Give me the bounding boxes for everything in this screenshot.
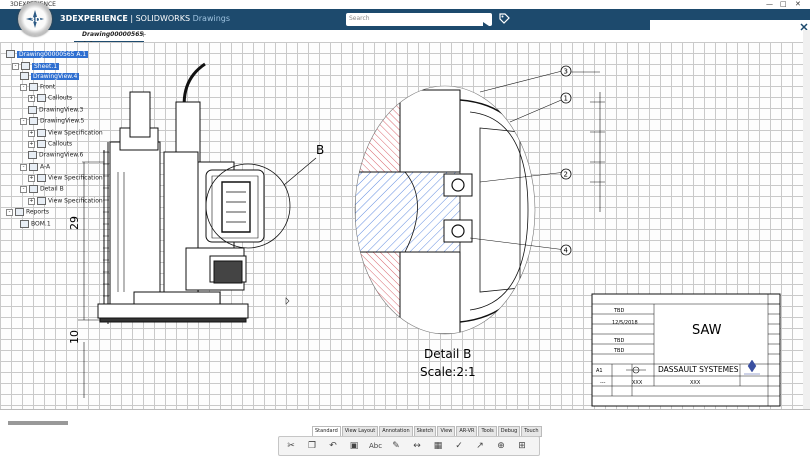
dimension-29: 29 bbox=[68, 216, 81, 230]
search-placeholder: Search bbox=[349, 15, 370, 22]
top-right-panel bbox=[650, 20, 810, 42]
title-block-xxx-1: XXX bbox=[632, 380, 643, 386]
table-icon[interactable]: ▦ bbox=[432, 440, 444, 452]
drawing-sheet: 29 10 B 3124 Detail B Scale:2:1 SAW DASS… bbox=[68, 62, 781, 407]
dimension-icon[interactable]: ↔ bbox=[411, 440, 423, 452]
paste-icon[interactable]: ▣ bbox=[348, 440, 360, 452]
action-bar: ✂ ❐ ↶ ▣ Abc ✎ ↔ ▦ ✓ ↗ ⊕ ⊞ bbox=[278, 436, 540, 456]
saw-front-view bbox=[97, 62, 317, 324]
detail-title: Detail B bbox=[424, 347, 471, 361]
brand-product: SOLIDWORKS bbox=[135, 14, 191, 23]
check-icon[interactable]: ✓ bbox=[453, 440, 465, 452]
title-block-tbd-2: TBD bbox=[613, 338, 624, 344]
balloon-number: 2 bbox=[564, 171, 568, 179]
horizontal-scrollbar[interactable] bbox=[0, 409, 810, 425]
target-icon[interactable]: ⊕ bbox=[495, 440, 507, 452]
title-block-xxx-2: XXX bbox=[690, 380, 701, 386]
scrollbar-thumb[interactable] bbox=[8, 421, 68, 425]
dimension-10: 10 bbox=[68, 330, 81, 344]
svg-text:3D: 3D bbox=[30, 16, 41, 24]
detail-scale: Scale:2:1 bbox=[420, 365, 476, 379]
title-block-tbd-1: TBD bbox=[613, 308, 624, 314]
pen-icon[interactable]: ✎ bbox=[390, 440, 402, 452]
title-block-date: 12/5/2018 bbox=[612, 320, 638, 326]
balloon-number: 1 bbox=[564, 95, 568, 103]
search-input[interactable]: Search bbox=[346, 13, 492, 26]
close-icon[interactable]: ✕ bbox=[795, 0, 801, 8]
ribbon-tab-bar: Standard View Layout Annotation Sketch View A… bbox=[312, 426, 543, 437]
right-scrollbar[interactable] bbox=[803, 30, 810, 410]
brand-module: Drawings bbox=[190, 14, 231, 23]
balloon-number: 3 bbox=[564, 68, 568, 76]
brand-3dexperience: 3DEXPERIENCE bbox=[60, 14, 128, 23]
copy-icon[interactable]: ❐ bbox=[306, 440, 318, 452]
detail-b-view bbox=[354, 69, 605, 335]
text-icon[interactable]: Abc bbox=[369, 440, 382, 452]
tag-icon[interactable] bbox=[498, 12, 510, 24]
cut-icon[interactable]: ✂ bbox=[285, 440, 297, 452]
balloon-group: 3 1 2 4 bbox=[560, 65, 572, 256]
mouse-cursor-icon bbox=[285, 297, 290, 305]
title-block-company: DASSAULT SYSTEMES bbox=[658, 365, 739, 374]
title-block-tbd-3: TBD bbox=[613, 348, 624, 354]
add-tab-button[interactable]: + bbox=[140, 30, 147, 39]
search-go-icon[interactable] bbox=[483, 22, 489, 30]
undo-icon[interactable]: ↶ bbox=[327, 440, 339, 452]
brand-separator: | bbox=[127, 14, 136, 23]
arrow-icon[interactable]: ↗ bbox=[474, 440, 486, 452]
title-block-size: A1 bbox=[596, 368, 603, 374]
compass-icon[interactable]: 3D bbox=[18, 2, 52, 36]
callout-b-label: B bbox=[316, 143, 324, 157]
app-brand: 3DEXPERIENCE | SOLIDWORKS Drawings bbox=[60, 14, 230, 23]
title-block: SAW DASSAULT SYSTEMES 12/5/2018 TBD TBD … bbox=[591, 293, 781, 407]
dimension-lines bbox=[78, 161, 104, 398]
title-block-dash-1: --- bbox=[600, 380, 606, 386]
grid-icon[interactable]: ⊞ bbox=[516, 440, 528, 452]
title-block-title: SAW bbox=[692, 323, 722, 338]
maximize-icon[interactable]: □ bbox=[780, 0, 787, 8]
minimize-icon[interactable]: — bbox=[766, 0, 773, 8]
balloon-number: 4 bbox=[564, 247, 569, 255]
